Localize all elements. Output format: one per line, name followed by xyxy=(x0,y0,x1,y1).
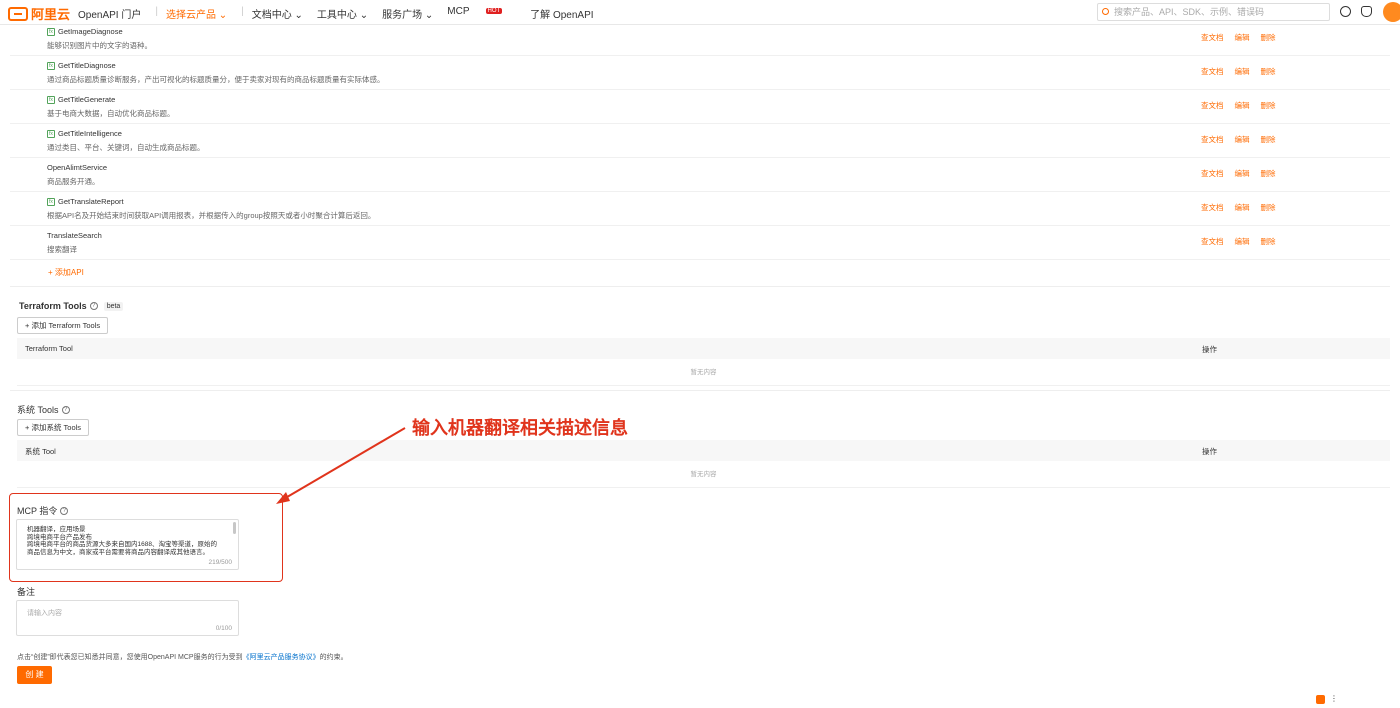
mcp-instruction-title: MCP 指令 ? xyxy=(17,504,69,517)
agreement-text: 点击“创建”即代表您已知悉并同意，您使用OpenAPI MCP服务的行为受到《阿… xyxy=(17,652,348,662)
feedback-icon[interactable] xyxy=(1316,695,1325,704)
create-button[interactable]: 创 建 xyxy=(17,666,52,684)
remark-placeholder: 请输入内容 xyxy=(27,610,62,617)
mcp-instruction-label: MCP 指令 xyxy=(17,506,58,516)
mcp-instruction-value: 机器翻译，应用场景 跨境电商平台产品发布 跨境电商平台的商品货源大多来自国内16… xyxy=(27,526,217,556)
help-icon[interactable]: ? xyxy=(60,506,69,515)
textarea-scrollbar[interactable] xyxy=(233,522,236,534)
service-agreement-link[interactable]: 《阿里云产品服务协议》 xyxy=(243,654,320,661)
remark-label: 备注 xyxy=(17,587,36,597)
more-icon[interactable]: ⋮ xyxy=(1330,694,1338,703)
remark-textarea[interactable]: 请输入内容 0/100 xyxy=(16,600,239,636)
char-count: 0/100 xyxy=(215,625,232,632)
agreement-suffix: 的约束。 xyxy=(319,654,348,661)
remark-title: 备注 xyxy=(17,585,35,598)
agreement-prefix: 点击“创建”即代表您已知悉并同意，您使用OpenAPI MCP服务的行为受到 xyxy=(17,654,243,661)
char-count: 219/500 xyxy=(208,559,233,566)
annotation-text: 输入机器翻译相关描述信息 xyxy=(412,418,628,438)
mcp-instruction-textarea[interactable]: 机器翻译，应用场景 跨境电商平台产品发布 跨境电商平台的商品货源大多来自国内16… xyxy=(16,519,239,570)
